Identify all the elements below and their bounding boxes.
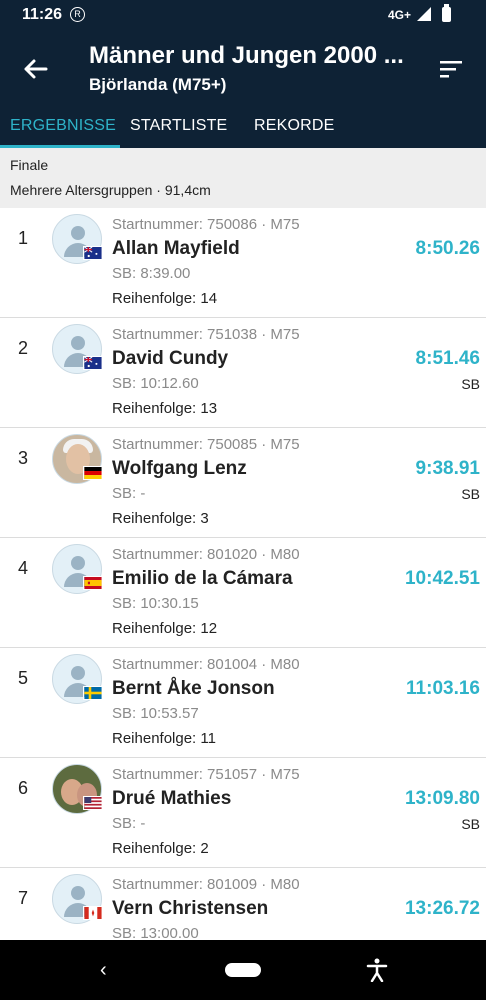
sort-icon[interactable] bbox=[438, 58, 464, 80]
result-time: 13:09.80 bbox=[404, 788, 480, 809]
athlete-name: Allan Mayfield bbox=[112, 238, 240, 259]
result-place: 5 bbox=[18, 668, 29, 688]
accessibility-icon[interactable] bbox=[366, 958, 388, 982]
result-tag: SB bbox=[461, 376, 480, 392]
athlete-name: Emilio de la Cámara bbox=[112, 568, 293, 589]
result-row[interactable]: 1 Startnummer: 750086 · M75 Allan Mayfie… bbox=[0, 208, 486, 318]
battery-icon bbox=[442, 4, 451, 22]
season-best: SB: - bbox=[112, 815, 146, 832]
australia-flag-icon bbox=[83, 356, 103, 370]
result-row[interactable]: 3 Startnummer: 750085 · M75 Wolfgang Len… bbox=[0, 428, 486, 538]
season-best: SB: 10:53.57 bbox=[112, 705, 199, 722]
season-best: SB: 10:30.15 bbox=[112, 595, 199, 612]
status-time: 11:26 bbox=[22, 6, 63, 23]
result-time: 13:26.72 bbox=[404, 898, 480, 919]
usa-flag-icon bbox=[83, 796, 103, 810]
start-number: Startnummer: 750086 · M75 bbox=[112, 216, 300, 233]
status-bar: 11:26 R 4G+ bbox=[0, 0, 486, 30]
result-place: 4 bbox=[18, 558, 29, 578]
nav-back-icon[interactable]: ‹ bbox=[100, 959, 107, 982]
start-number: Startnummer: 801004 · M80 bbox=[112, 656, 300, 673]
athlete-name: Vern Christensen bbox=[112, 898, 269, 919]
result-time: 8:50.26 bbox=[415, 238, 480, 259]
order: Reihenfolge: 11 bbox=[112, 730, 216, 747]
start-number: Startnummer: 750085 · M75 bbox=[112, 436, 300, 453]
app-bar: Männer und Jungen 2000 ... Björlanda (M7… bbox=[0, 30, 486, 108]
heat-round: Finale bbox=[10, 157, 49, 173]
sync-status-icon: R bbox=[70, 7, 85, 22]
order: Reihenfolge: 14 bbox=[112, 290, 218, 307]
result-place: 2 bbox=[18, 338, 29, 358]
athlete-name: Bernt Åke Jonson bbox=[112, 678, 275, 699]
tab-rekorde[interactable]: REKORDE bbox=[254, 117, 335, 135]
spain-flag-icon bbox=[83, 576, 103, 590]
result-row[interactable]: 6 Startnummer: 751057 · M75 Drué Mathies… bbox=[0, 758, 486, 868]
result-place: 7 bbox=[18, 888, 29, 908]
result-place: 3 bbox=[18, 448, 29, 468]
result-place: 1 bbox=[18, 228, 29, 248]
nav-home-pill[interactable] bbox=[225, 963, 261, 977]
australia-flag-icon bbox=[83, 246, 103, 260]
athlete-name: Drué Mathies bbox=[112, 788, 232, 809]
season-best: SB: 8:39.00 bbox=[112, 265, 191, 282]
order: Reihenfolge: 12 bbox=[112, 620, 218, 637]
season-best: SB: 10:12.60 bbox=[112, 375, 199, 392]
sweden-flag-icon bbox=[83, 686, 103, 700]
result-time: 9:38.91 bbox=[415, 458, 480, 479]
result-row[interactable]: 4 Startnummer: 801020 · M80 Emilio de la… bbox=[0, 538, 486, 648]
result-row[interactable]: 2 Startnummer: 751038 · M75 David Cundy … bbox=[0, 318, 486, 428]
page-title: Männer und Jungen 2000 ... bbox=[89, 42, 404, 69]
start-number: Startnummer: 751057 · M75 bbox=[112, 766, 300, 783]
result-time: 8:51.46 bbox=[415, 348, 480, 369]
result-tag: SB bbox=[461, 486, 480, 502]
athlete-name: David Cundy bbox=[112, 348, 229, 369]
result-time: 11:03.16 bbox=[406, 678, 480, 699]
result-place: 6 bbox=[18, 778, 29, 798]
tab-bar: ERGEBNISSE STARTLISTE REKORDE bbox=[0, 108, 486, 148]
order: Reihenfolge: 3 bbox=[112, 510, 209, 527]
tab-ergebnisse[interactable]: ERGEBNISSE bbox=[10, 117, 116, 135]
germany-flag-icon bbox=[83, 466, 103, 480]
start-number: Startnummer: 751038 · M75 bbox=[112, 326, 300, 343]
season-best: SB: - bbox=[112, 485, 146, 502]
heat-header: Finale Mehrere Altersgruppen · 91,4cm bbox=[0, 148, 486, 208]
start-number: Startnummer: 801020 · M80 bbox=[112, 546, 300, 563]
signal-icon bbox=[417, 7, 431, 21]
start-number: Startnummer: 801009 · M80 bbox=[112, 876, 300, 893]
result-time: 10:42.51 bbox=[404, 568, 480, 589]
result-row[interactable]: 5 Startnummer: 801004 · M80 Bernt Åke Jo… bbox=[0, 648, 486, 758]
canada-flag-icon bbox=[83, 906, 103, 920]
order: Reihenfolge: 2 bbox=[112, 840, 209, 857]
result-tag: SB bbox=[461, 816, 480, 832]
tab-startliste[interactable]: STARTLISTE bbox=[130, 117, 227, 135]
page-subtitle: Björlanda (M75+) bbox=[89, 75, 227, 94]
network-type: 4G+ bbox=[388, 8, 412, 22]
order: Reihenfolge: 13 bbox=[112, 400, 218, 417]
athlete-name: Wolfgang Lenz bbox=[112, 458, 247, 479]
back-arrow-icon[interactable] bbox=[20, 54, 50, 84]
heat-info: Mehrere Altersgruppen · 91,4cm bbox=[10, 182, 211, 198]
